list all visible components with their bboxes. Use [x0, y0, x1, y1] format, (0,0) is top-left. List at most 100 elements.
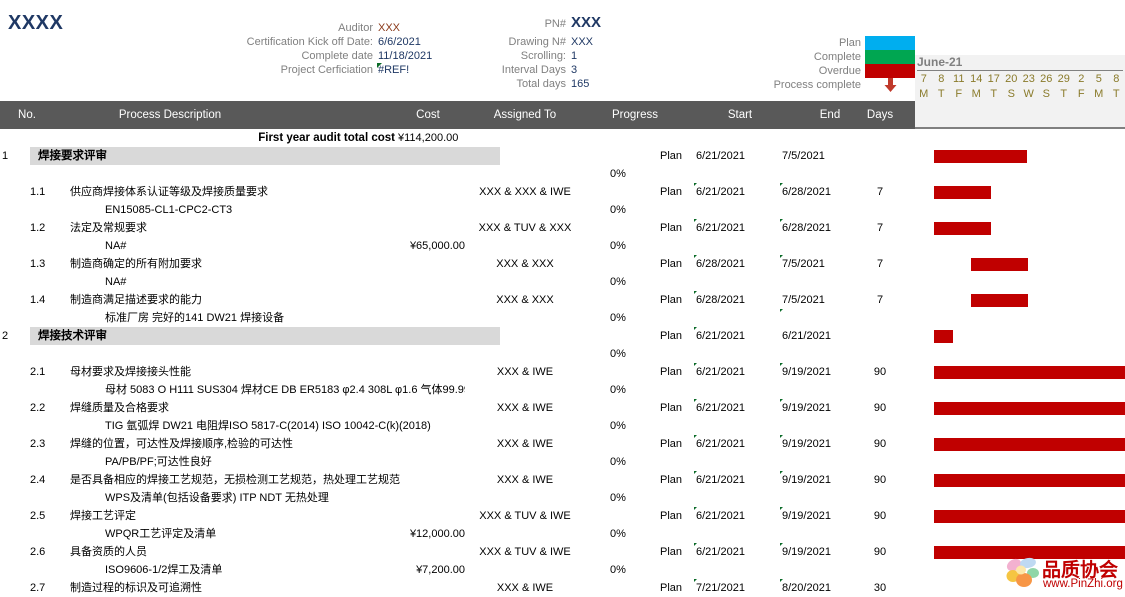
- column-header-no[interactable]: No.: [2, 101, 52, 129]
- meta-row-auditor: Auditor XXX: [190, 22, 440, 36]
- gantt-track: [915, 201, 1125, 219]
- task-detail-row: 母材 5083 O H111 SUS304 焊材CE DB ER5183 φ2.…: [0, 381, 1125, 399]
- task-row: 1.3制造商确定的所有附加要求XXX & XXXPlan6/28/20217/5…: [0, 255, 1125, 273]
- column-header-desc[interactable]: Process Description: [60, 101, 280, 129]
- task-number: 2.3: [30, 435, 70, 453]
- summary-value: ¥114,200.00: [398, 129, 468, 147]
- column-header-progress[interactable]: Progress: [580, 101, 690, 129]
- comment-marker-icon: [780, 507, 784, 511]
- task-progress: 0%: [580, 453, 656, 471]
- calendar-date-cell: 23: [1020, 72, 1038, 86]
- calendar-weekday-cell: F: [1073, 87, 1091, 101]
- days-value: 90: [855, 399, 905, 417]
- calendar-weekday-cell: T: [1108, 87, 1125, 101]
- gantt-track: [915, 381, 1125, 399]
- days-value: 30: [855, 579, 905, 597]
- gantt-track: [915, 417, 1125, 435]
- column-header-assigned[interactable]: Assigned To: [470, 101, 580, 129]
- column-header-cost[interactable]: Cost: [390, 101, 466, 129]
- end-date: 7/5/2021: [780, 291, 854, 309]
- meta-label: Auditor: [338, 22, 378, 34]
- task-description: 制造过程的标识及可追溯性: [70, 579, 400, 597]
- task-cost: [355, 381, 465, 399]
- task-description: 焊缝的位置，可达性及焊接顺序,检验的可达性: [70, 435, 400, 453]
- end-date: 7/5/2021: [780, 147, 854, 165]
- calendar-date-cell: 20: [1003, 72, 1021, 86]
- comment-marker-icon: [780, 255, 784, 259]
- plan-label: Plan: [660, 147, 694, 165]
- task-description: 是否具备相应的焊接工艺规范，无损检测工艺规范，热处理工艺规范: [70, 471, 400, 489]
- task-row: 1.2法定及常规要求XXX & TUV & XXXPlan6/21/20216/…: [0, 219, 1125, 237]
- calendar-weekday-cell: T: [985, 87, 1003, 101]
- task-assigned-to: XXX & IWE: [470, 399, 580, 417]
- gantt-track: [915, 237, 1125, 255]
- gantt-bar-overdue: [934, 222, 991, 235]
- gantt-track: [915, 507, 1125, 525]
- section-title: 焊接技术评审: [38, 327, 107, 345]
- gantt-track: [915, 543, 1125, 561]
- task-assigned-to: XXX & XXX & IWE: [470, 183, 580, 201]
- calendar-weekday-cell: M: [1090, 87, 1108, 101]
- plan-label: Plan: [660, 435, 694, 453]
- plan-label: Plan: [660, 507, 694, 525]
- comment-marker-icon: [694, 219, 698, 223]
- plan-label: Plan: [660, 579, 694, 597]
- end-date-wrap: 9/19/2021: [780, 507, 831, 525]
- task-row: 1.1供应商焊接体系认证等级及焊接质量要求XXX & XXX & IWEPlan…: [0, 183, 1125, 201]
- legend-item-overdue: Overdue: [700, 64, 915, 78]
- sheet-header: XXXX Auditor XXX Certification Kick off …: [0, 0, 1125, 101]
- end-date: 6/21/2021: [780, 327, 854, 345]
- task-number: 1.1: [30, 183, 70, 201]
- end-date: 9/19/2021: [780, 435, 854, 453]
- start-date: 6/21/2021: [694, 327, 768, 345]
- end-date-wrap: 7/5/2021: [780, 147, 825, 165]
- task-progress: 0%: [580, 309, 656, 327]
- legend-swatch-plan: [865, 36, 915, 50]
- meta-label: Project Cerficiation: [281, 64, 378, 76]
- calendar-date-cell: 8: [1108, 72, 1125, 86]
- plan-label: Plan: [660, 543, 694, 561]
- task-number: 2.4: [30, 471, 70, 489]
- column-header-days[interactable]: Days: [855, 101, 905, 129]
- task-progress: 0%: [580, 489, 656, 507]
- days-value: 7: [855, 219, 905, 237]
- task-cost: [355, 435, 465, 453]
- legend-label: Plan: [839, 37, 865, 49]
- task-row: 2.4是否具备相应的焊接工艺规范，无损检测工艺规范，热处理工艺规范XXX & I…: [0, 471, 1125, 489]
- start-date: 6/21/2021: [694, 147, 768, 165]
- meta-row-drawing-no: Drawing N# XXX: [455, 36, 615, 50]
- task-assigned-to: XXX & IWE: [470, 579, 580, 597]
- task-description: 焊缝质量及合格要求: [70, 399, 400, 417]
- start-date-wrap: 6/21/2021: [694, 219, 745, 237]
- task-cost: [355, 453, 465, 471]
- task-cost: [355, 507, 465, 525]
- gantt-track: [915, 183, 1125, 201]
- gantt-track: [915, 165, 1125, 183]
- plan-label: Plan: [660, 255, 694, 273]
- calendar-date-cell: 2: [1073, 72, 1091, 86]
- end-date-text: 7/5/2021: [782, 294, 825, 306]
- plan-label: Plan: [660, 327, 694, 345]
- column-header-start[interactable]: Start: [690, 101, 790, 129]
- end-date-wrap: 6/28/2021: [780, 183, 831, 201]
- start-date: 6/21/2021: [694, 363, 768, 381]
- task-detail-row: WPQR工艺评定及清单¥12,000.000%: [0, 525, 1125, 543]
- gantt-track: [915, 291, 1125, 309]
- meta-row-total-days: Total days 165: [455, 78, 615, 92]
- task-row: 1.4制造商满足描述要求的能力XXX & XXXPlan6/28/20217/5…: [0, 291, 1125, 309]
- days-value: 90: [855, 543, 905, 561]
- task-cost: [355, 399, 465, 417]
- start-date-text: 6/21/2021: [696, 150, 745, 162]
- comment-marker-icon: [694, 435, 698, 439]
- comment-marker-icon: [694, 471, 698, 475]
- task-detail-row: NA#0%: [0, 273, 1125, 291]
- gantt-bar-overdue: [934, 510, 1125, 523]
- end-date-wrap: 6/21/2021: [780, 327, 831, 345]
- comment-marker-icon: [694, 327, 698, 331]
- calendar-date-cell: 8: [933, 72, 951, 86]
- calendar-date-cell: 26: [1038, 72, 1056, 86]
- task-detail-row: EN15085-CL1-CPC2-CT30%: [0, 201, 1125, 219]
- comment-marker-icon: [780, 309, 784, 313]
- end-date: 9/19/2021: [780, 471, 854, 489]
- gantt-track: [915, 399, 1125, 417]
